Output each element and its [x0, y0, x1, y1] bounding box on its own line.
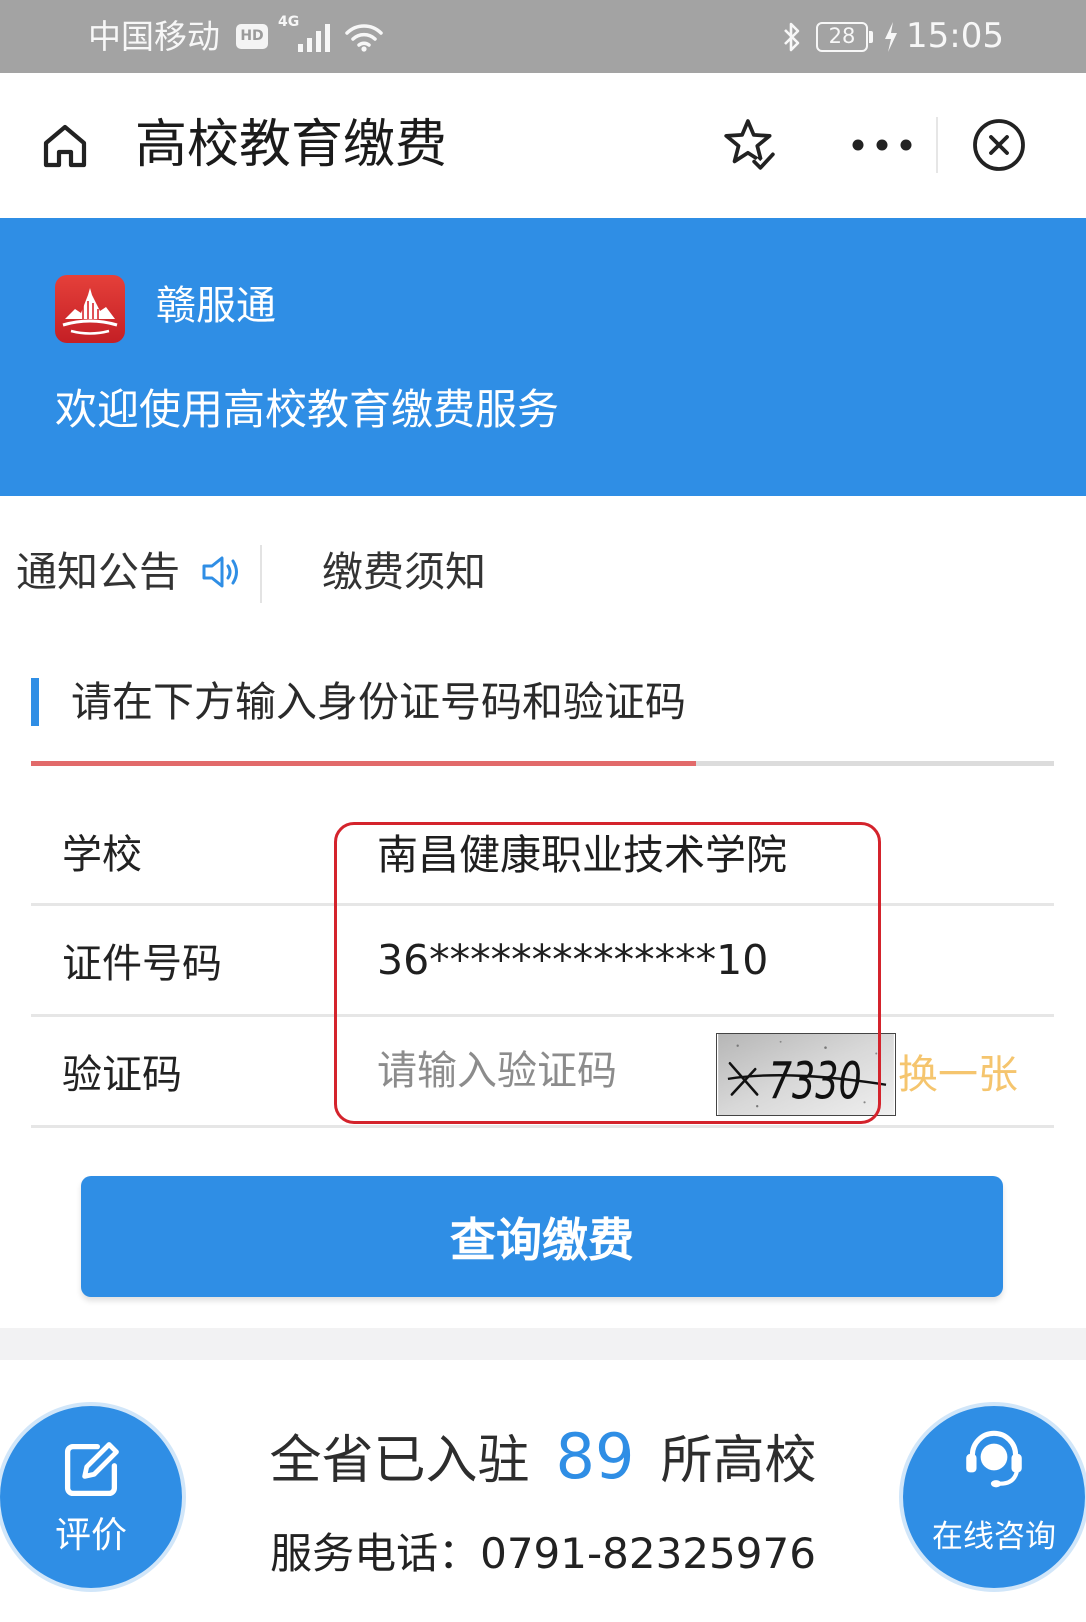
page-title: 高校教育缴费 — [135, 115, 448, 175]
school-field[interactable]: 南昌健康职业技术学院 — [377, 799, 787, 903]
rate-label: 评价 — [54, 1515, 127, 1556]
clock: 15:05 — [906, 16, 1004, 56]
section-accent-bar — [31, 678, 39, 726]
tab-notice[interactable]: 通知公告 — [16, 540, 180, 604]
section-title: 请在下方输入身份证号码和验证码 — [71, 678, 686, 726]
app-name: 赣服通 — [156, 283, 276, 329]
headset-icon — [958, 1422, 1030, 1494]
wifi-icon — [344, 20, 384, 52]
status-bar: 中国移动 HD 4G 28 15:05 — [0, 0, 1086, 73]
id-number-field[interactable]: 36**************10 — [377, 906, 768, 1014]
star-check-icon — [724, 119, 777, 172]
more-dots-icon — [852, 139, 912, 151]
app-logo — [55, 275, 125, 343]
stats-prefix: 全省已入驻 — [269, 1431, 530, 1491]
bluetooth-icon — [780, 20, 804, 54]
hd-badge: HD — [236, 24, 268, 49]
label-school: 学校 — [62, 832, 142, 878]
header-divider — [936, 117, 938, 173]
tab-divider — [260, 545, 262, 603]
favorite-button[interactable] — [723, 118, 777, 172]
phone-label: 服务电话： — [270, 1529, 481, 1578]
rate-button[interactable]: 评价 — [0, 1406, 182, 1588]
stats-suffix: 所高校 — [660, 1431, 817, 1491]
captcha-code: 7330 — [769, 1053, 862, 1112]
section-divider — [0, 1328, 1086, 1360]
battery-nub — [869, 31, 873, 43]
welcome-text: 欢迎使用高校教育缴费服务 — [55, 385, 560, 434]
signal-icon — [296, 22, 332, 52]
query-payment-button[interactable]: 查询缴费 — [81, 1176, 1003, 1297]
form-row-captcha: 验证码 7330 换一张 — [31, 1017, 1054, 1128]
speaker-icon[interactable] — [200, 552, 244, 592]
consult-button[interactable]: 在线咨询 — [903, 1406, 1085, 1588]
phone-number: 0791-82325976 — [480, 1529, 816, 1578]
school-count: 89 — [555, 1420, 635, 1493]
captcha-image[interactable]: 7330 — [716, 1033, 896, 1116]
close-icon — [973, 119, 1025, 171]
battery-indicator: 28 — [816, 22, 868, 52]
home-icon — [43, 124, 87, 168]
progress-track — [31, 761, 1054, 766]
captcha-input[interactable] — [377, 1017, 707, 1125]
consult-label: 在线咨询 — [932, 1519, 1056, 1555]
more-button[interactable] — [850, 130, 914, 160]
refresh-captcha-link[interactable]: 换一张 — [898, 1017, 1018, 1125]
form-row-school: 学校 南昌健康职业技术学院 — [31, 799, 1054, 906]
charging-icon — [882, 20, 900, 54]
form-row-id-number: 证件号码 36**************10 — [31, 906, 1054, 1017]
tab-payment-notes[interactable]: 缴费须知 — [322, 540, 486, 604]
carrier-name: 中国移动 — [88, 17, 220, 56]
progress-fill — [31, 761, 696, 766]
edit-icon — [57, 1436, 125, 1504]
close-button[interactable] — [971, 117, 1027, 173]
battery-level: 28 — [828, 24, 856, 48]
home-button[interactable] — [40, 121, 90, 171]
label-id-number: 证件号码 — [62, 941, 222, 987]
welcome-banner: 赣服通 欢迎使用高校教育缴费服务 — [0, 218, 1086, 496]
label-captcha: 验证码 — [62, 1052, 182, 1098]
